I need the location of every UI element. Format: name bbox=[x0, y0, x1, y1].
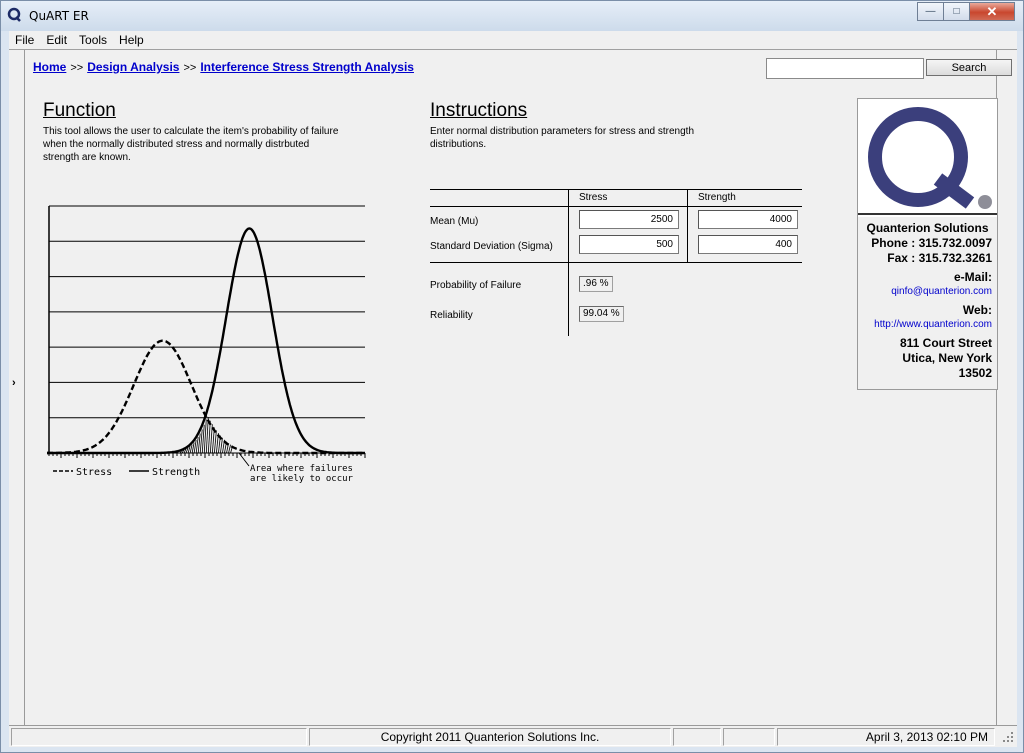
web-label: Web: bbox=[962, 303, 992, 317]
breadcrumb-home-link[interactable]: Home bbox=[33, 60, 66, 74]
minimize-button[interactable]: — bbox=[917, 2, 944, 21]
breadcrumb-current-link[interactable]: Interference Stress Strength Analysis bbox=[200, 60, 414, 74]
breadcrumb-separator: >> bbox=[183, 62, 197, 74]
email-label: e-Mail: bbox=[953, 270, 992, 284]
reliability-value: 99.04 % bbox=[579, 306, 624, 322]
web-link[interactable]: http://www.quanterion.com bbox=[874, 319, 992, 330]
failure-overlap-hatch bbox=[203, 419, 207, 454]
main-content: Home >> Design Analysis >> Interference Stre… bbox=[29, 50, 1012, 726]
status-panel-left bbox=[11, 728, 307, 746]
expand-arrow-icon[interactable]: › bbox=[12, 377, 16, 389]
stress-sigma-input[interactable] bbox=[579, 235, 679, 254]
email-link[interactable]: qinfo@quanterion.com bbox=[891, 286, 992, 297]
instructions-heading: Instructions bbox=[430, 100, 528, 121]
table-vrule-right bbox=[687, 189, 688, 263]
failure-overlap-hatch bbox=[195, 437, 199, 454]
breadcrumb-separator: >> bbox=[70, 62, 84, 74]
client-area: › Home >> Design Analysis >> Interference St… bbox=[9, 49, 1017, 726]
column-header-strength: Strength bbox=[698, 192, 736, 203]
maximize-button[interactable]: □ bbox=[943, 2, 970, 21]
failure-overlap-hatch bbox=[201, 424, 205, 454]
contact-details: Quanterion Solutions Phone : 315.732.009… bbox=[858, 217, 997, 389]
title-bar[interactable]: QuART ER — □ ✕ bbox=[1, 1, 1023, 31]
legend-stress-label: Stress bbox=[76, 467, 112, 478]
phone-number: Phone : 315.732.0097 bbox=[871, 236, 992, 250]
interference-chart: Stress Strength Area where failures are … bbox=[47, 205, 366, 484]
city-state: Utica, New York bbox=[902, 351, 992, 365]
function-heading: Function bbox=[43, 100, 116, 121]
breadcrumb-design-link[interactable]: Design Analysis bbox=[87, 60, 179, 74]
failure-overlap-hatch bbox=[228, 444, 231, 454]
resize-grip-icon[interactable] bbox=[1001, 730, 1015, 744]
status-copyright: Copyright 2011 Quanterion Solutions Inc. bbox=[309, 728, 671, 746]
annotation-pointer bbox=[238, 452, 250, 467]
column-header-stress: Stress bbox=[579, 192, 608, 203]
search-button[interactable]: Search bbox=[926, 59, 1012, 76]
search-input[interactable] bbox=[766, 58, 924, 79]
pof-label: Probability of Failure bbox=[430, 280, 522, 291]
stress-mean-input[interactable] bbox=[579, 210, 679, 229]
instructions-description: Enter normal distribution parameters for… bbox=[430, 126, 695, 150]
window-title: QuART ER bbox=[29, 9, 89, 23]
app-q-icon bbox=[7, 7, 21, 22]
failure-overlap-hatch bbox=[197, 433, 201, 454]
company-name: Quanterion Solutions bbox=[866, 221, 989, 235]
function-description: This tool allows the user to calculate t… bbox=[43, 126, 339, 163]
table-top-rule bbox=[430, 189, 802, 190]
menu-tools[interactable]: Tools bbox=[73, 33, 113, 47]
breadcrumb: Home >> Design Analysis >> Interference Stre… bbox=[33, 60, 414, 74]
left-collapse-panel[interactable]: › bbox=[9, 50, 25, 726]
strength-mean-input[interactable] bbox=[698, 210, 798, 229]
app-window: QuART ER — □ ✕ File Edit Tools Help › Ho… bbox=[0, 0, 1024, 753]
status-panel-small-2 bbox=[723, 728, 775, 746]
failure-overlap-hatch bbox=[193, 439, 197, 454]
contact-card: Quanterion Solutions Phone : 315.732.009… bbox=[857, 98, 998, 390]
annotation-line-2: are likely to occur bbox=[250, 474, 354, 484]
quanterion-q-logo-icon bbox=[868, 107, 992, 209]
strength-curve bbox=[47, 227, 365, 455]
failure-overlap-hatch bbox=[220, 437, 223, 454]
status-bar: Copyright 2011 Quanterion Solutions Inc.… bbox=[9, 725, 1017, 747]
sigma-label: Standard Deviation (Sigma) bbox=[430, 241, 553, 252]
reliability-label: Reliability bbox=[430, 310, 473, 321]
status-panel-small-1 bbox=[673, 728, 721, 746]
menu-bar: File Edit Tools Help bbox=[9, 31, 1017, 49]
failure-overlap-hatch bbox=[213, 430, 217, 454]
table-vrule-left bbox=[568, 189, 569, 336]
menu-file[interactable]: File bbox=[9, 33, 40, 47]
company-logo bbox=[858, 99, 997, 215]
status-datetime: April 3, 2013 02:10 PM bbox=[777, 728, 995, 746]
zip-code: 13502 bbox=[958, 366, 992, 380]
close-button[interactable]: ✕ bbox=[969, 2, 1015, 21]
mean-label: Mean (Mu) bbox=[430, 216, 479, 227]
table-header-rule bbox=[430, 206, 802, 207]
menu-edit[interactable]: Edit bbox=[40, 33, 73, 47]
stress-curve bbox=[47, 339, 365, 455]
table-mid-rule bbox=[430, 262, 802, 263]
annotation-line-1: Area where failures bbox=[250, 464, 353, 474]
menu-help[interactable]: Help bbox=[113, 33, 150, 47]
failure-overlap-hatch bbox=[207, 420, 211, 454]
failure-overlap-hatch bbox=[199, 429, 203, 454]
street-address: 811 Court Street bbox=[899, 336, 992, 350]
failure-overlap-hatch bbox=[191, 442, 195, 454]
fax-number: Fax : 315.732.3261 bbox=[887, 251, 992, 265]
legend-strength-label: Strength bbox=[152, 467, 200, 478]
pof-value: .96 % bbox=[579, 276, 613, 292]
strength-sigma-input[interactable] bbox=[698, 235, 798, 254]
